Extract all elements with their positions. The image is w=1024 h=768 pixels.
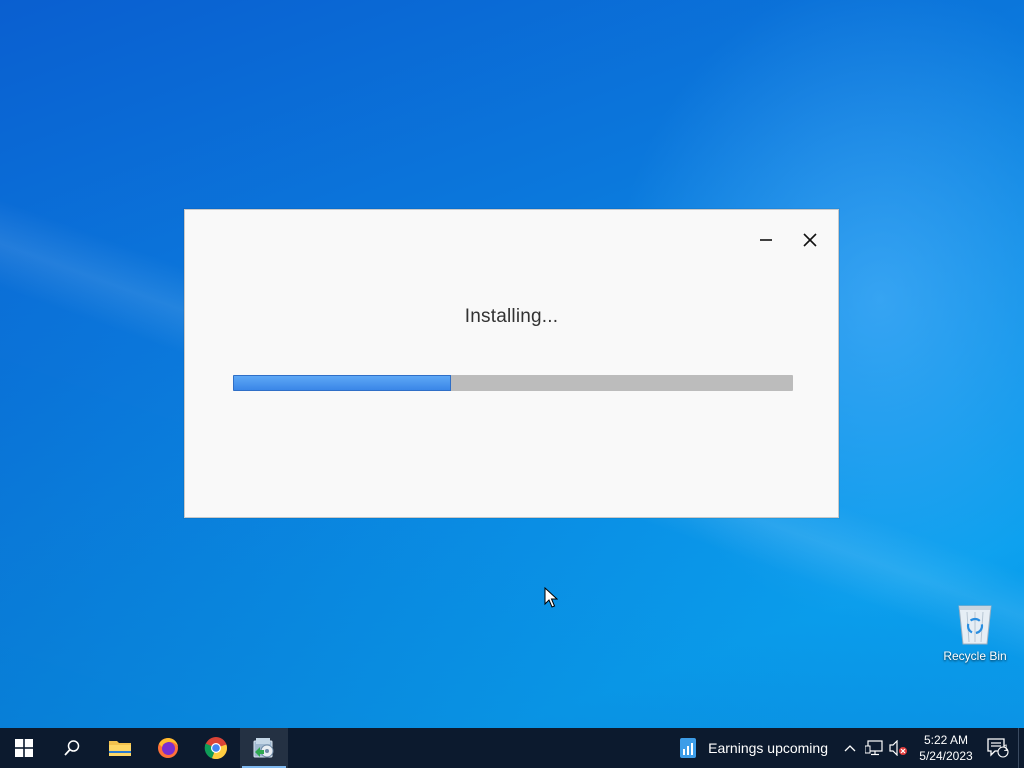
taskbar: Earnings upcoming 5:22 AM 5/24/2023 1 [0, 728, 1024, 768]
folder-icon [109, 741, 131, 756]
install-progress-fill [233, 375, 452, 391]
minimize-button[interactable] [750, 226, 782, 254]
taskbar-clock[interactable]: 5:22 AM 5/24/2023 [914, 728, 978, 768]
taskbar-firefox[interactable] [144, 728, 192, 768]
desktop-icon-recycle-bin[interactable]: Recycle Bin [940, 600, 1010, 672]
volume-muted-icon [889, 740, 907, 756]
taskbar-chrome[interactable] [192, 728, 240, 768]
search-button[interactable] [48, 728, 96, 768]
minimize-icon [760, 239, 772, 241]
desktop-icon-label: Recycle Bin [943, 649, 1007, 663]
install-status-text: Installing... [464, 306, 559, 327]
recycle-bin-icon [958, 605, 992, 645]
network-icon [865, 740, 883, 756]
show-desktop-button[interactable] [1018, 728, 1024, 768]
chrome-icon [204, 737, 227, 760]
clock-time: 5:22 AM [923, 733, 969, 747]
installer-icon [253, 738, 274, 758]
taskbar-installer[interactable] [240, 728, 288, 768]
firefox-icon [158, 738, 178, 758]
tray-overflow-button[interactable] [838, 728, 862, 768]
tray-network[interactable] [862, 728, 886, 768]
install-progress-bar [233, 375, 793, 391]
close-button[interactable] [794, 226, 826, 254]
windows-logo-icon [15, 739, 33, 757]
news-stock-icon [680, 738, 697, 758]
notification-center-button[interactable]: 1 [978, 728, 1018, 768]
installer-dialog: Installing... [184, 209, 839, 518]
notification-count: 1 [1003, 743, 1009, 753]
start-button[interactable] [0, 728, 48, 768]
chevron-up-icon [844, 745, 856, 752]
news-widget[interactable]: Earnings upcoming [671, 728, 838, 768]
system-tray: Earnings upcoming 5:22 AM 5/24/2023 1 [671, 728, 1024, 768]
mouse-cursor-icon [544, 587, 558, 608]
close-icon [803, 233, 817, 247]
tray-volume[interactable] [886, 728, 910, 768]
taskbar-file-explorer[interactable] [96, 728, 144, 768]
search-icon [64, 740, 80, 756]
clock-date: 5/24/2023 [919, 749, 973, 763]
news-widget-text: Earnings upcoming [708, 740, 828, 756]
